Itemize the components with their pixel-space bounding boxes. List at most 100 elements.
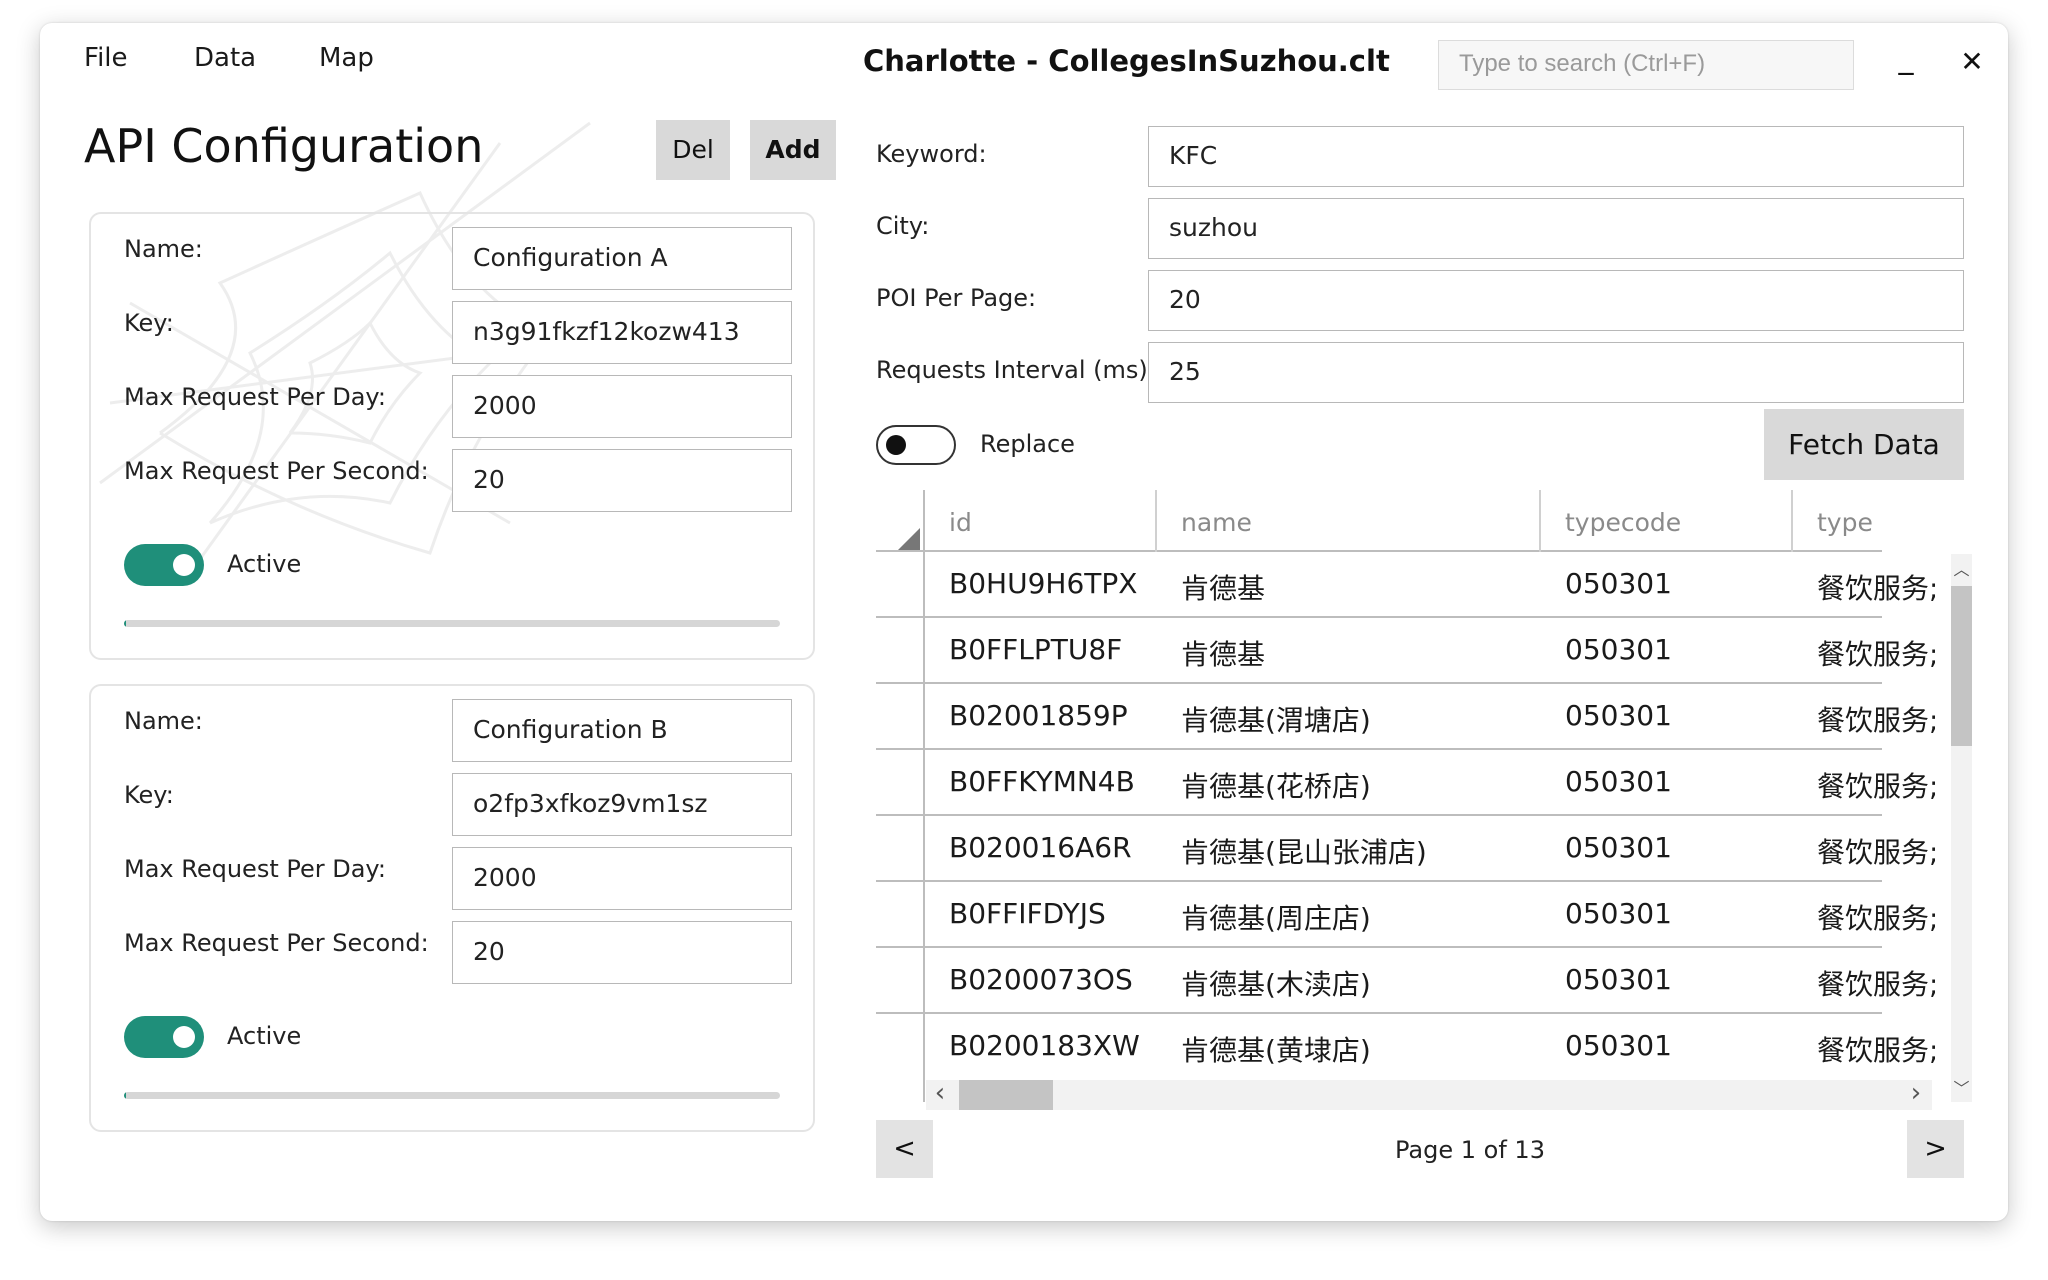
progress-fill xyxy=(124,620,126,627)
table-row[interactable]: B02001859P 肯德基(渭塘店) 050301 餐饮服务; xyxy=(876,684,1935,750)
close-button[interactable]: ✕ xyxy=(1952,45,1992,78)
toggle-knob xyxy=(886,435,906,455)
cell-type: 餐饮服务; xyxy=(1817,770,1935,803)
cell-id: B0FFIFDYJS xyxy=(949,897,1106,930)
cell-id: B0FFLPTU8F xyxy=(949,633,1123,666)
cell-name: 肯德基(黄埭店) xyxy=(1181,1034,1371,1067)
max-second-field[interactable]: 20 xyxy=(452,921,792,984)
max-day-label: Max Request Per Day: xyxy=(124,383,386,411)
max-second-field[interactable]: 20 xyxy=(452,449,792,512)
table-row[interactable]: B020016A6R 肯德基(昆山张浦店) 050301 餐饮服务; xyxy=(876,816,1935,882)
column-divider xyxy=(1539,490,1541,552)
cell-typecode: 050301 xyxy=(1565,633,1672,666)
config-key-field[interactable]: n3g91fkzf12kozw413 xyxy=(452,301,792,364)
column-divider xyxy=(1155,490,1157,552)
table-row[interactable]: B0FFLPTU8F 肯德基 050301 餐饮服务; xyxy=(876,618,1935,684)
config-key-field[interactable]: o2fp3xfkoz9vm1sz xyxy=(452,773,792,836)
max-day-label: Max Request Per Day: xyxy=(124,855,386,883)
cell-typecode: 050301 xyxy=(1565,699,1672,732)
active-label: Active xyxy=(227,1022,302,1050)
max-day-field[interactable]: 2000 xyxy=(452,375,792,438)
table-row[interactable]: B0FFIFDYJS 肯德基(周庄店) 050301 餐饮服务; xyxy=(876,882,1935,948)
cell-type: 餐饮服务; xyxy=(1817,704,1935,737)
cell-type: 餐饮服务; xyxy=(1817,968,1935,1001)
replace-label: Replace xyxy=(980,430,1075,458)
table-row[interactable]: B0200073OS 肯德基(木渎店) 050301 餐饮服务; xyxy=(876,948,1935,1014)
table-row[interactable]: B0HU9H6TPX 肯德基 050301 餐饮服务; xyxy=(876,552,1935,618)
cell-name: 肯德基 xyxy=(1181,638,1266,671)
select-all-corner-icon[interactable] xyxy=(898,528,920,550)
app-window: File Data Map Charlotte - CollegesInSuzh… xyxy=(40,23,2008,1221)
active-toggle[interactable] xyxy=(124,1016,204,1058)
minimize-button[interactable]: _ xyxy=(1886,41,1926,76)
cell-typecode: 050301 xyxy=(1565,567,1672,600)
cell-id: B020016A6R xyxy=(949,831,1132,864)
keyword-label: Keyword: xyxy=(876,140,987,168)
cell-type: 餐饮服务; xyxy=(1817,836,1935,869)
city-label: City: xyxy=(876,212,930,240)
cell-id: B02001859P xyxy=(949,699,1128,732)
cell-name: 肯德基(昆山张浦店) xyxy=(1181,836,1427,869)
horizontal-scrollbar[interactable] xyxy=(926,1080,1932,1110)
max-second-label: Max Request Per Second: xyxy=(124,457,429,485)
column-divider xyxy=(1791,490,1793,552)
interval-field[interactable]: 25 xyxy=(1148,342,1964,403)
page-indicator: Page 1 of 13 xyxy=(1395,1136,1545,1164)
keyword-field[interactable]: KFC xyxy=(1148,126,1964,187)
cell-type: 餐饮服务; xyxy=(1817,638,1935,671)
config-name-field[interactable]: Configuration B xyxy=(452,699,792,762)
cell-id: B0200073OS xyxy=(949,963,1133,996)
scroll-left-icon[interactable]: ‹ xyxy=(928,1078,952,1108)
menu-file[interactable]: File xyxy=(84,43,128,73)
horizontal-scroll-thumb[interactable] xyxy=(959,1080,1053,1110)
scroll-up-icon[interactable]: ︿ xyxy=(1951,556,1972,580)
prev-page-button[interactable]: < xyxy=(876,1120,933,1178)
table-row[interactable]: B0200183XW 肯德基(黄埭店) 050301 餐饮服务; xyxy=(876,1014,1935,1080)
cell-type: 餐饮服务; xyxy=(1817,902,1935,935)
active-label: Active xyxy=(227,550,302,578)
interval-label: Requests Interval (ms): xyxy=(876,356,1156,384)
add-config-button[interactable]: Add xyxy=(750,120,836,180)
replace-toggle[interactable] xyxy=(876,425,956,465)
progress-fill xyxy=(124,1092,126,1099)
search-input[interactable]: Type to search (Ctrl+F) xyxy=(1438,40,1854,90)
poi-per-page-label: POI Per Page: xyxy=(876,284,1037,312)
scroll-down-icon[interactable]: ﹀ xyxy=(1951,1075,1972,1099)
column-header-type[interactable]: type xyxy=(1817,508,1873,537)
cell-name: 肯德基 xyxy=(1181,572,1266,605)
usage-progress-bar xyxy=(124,620,780,627)
usage-progress-bar xyxy=(124,1092,780,1099)
table-row[interactable]: B0FFKYMN4B 肯德基(花桥店) 050301 餐饮服务; xyxy=(876,750,1935,816)
menu-map[interactable]: Map xyxy=(319,43,374,73)
max-day-field[interactable]: 2000 xyxy=(452,847,792,910)
name-label: Name: xyxy=(124,707,203,735)
config-card-b: Name: Configuration B Key: o2fp3xfkoz9vm… xyxy=(89,684,815,1132)
delete-config-button[interactable]: Del xyxy=(656,120,730,180)
cell-typecode: 050301 xyxy=(1565,1029,1672,1062)
cell-name: 肯德基(花桥店) xyxy=(1181,770,1371,803)
active-toggle[interactable] xyxy=(124,544,204,586)
toggle-knob xyxy=(173,554,195,576)
column-header-name[interactable]: name xyxy=(1181,508,1252,537)
grid-header xyxy=(876,490,1882,552)
cell-type: 餐饮服务; xyxy=(1817,1034,1935,1067)
key-label: Key: xyxy=(124,309,174,337)
column-header-typecode[interactable]: typecode xyxy=(1565,508,1681,537)
column-header-id[interactable]: id xyxy=(949,508,972,537)
config-name-field[interactable]: Configuration A xyxy=(452,227,792,290)
name-label: Name: xyxy=(124,235,203,263)
cell-typecode: 050301 xyxy=(1565,963,1672,996)
api-config-title: API Configuration xyxy=(84,119,484,173)
cell-id: B0HU9H6TPX xyxy=(949,567,1138,600)
cell-name: 肯德基(木渎店) xyxy=(1181,968,1371,1001)
cell-typecode: 050301 xyxy=(1565,765,1672,798)
poi-per-page-field[interactable]: 20 xyxy=(1148,270,1964,331)
city-field[interactable]: suzhou xyxy=(1148,198,1964,259)
cell-typecode: 050301 xyxy=(1565,897,1672,930)
scroll-right-icon[interactable]: › xyxy=(1904,1078,1928,1108)
fetch-data-button[interactable]: Fetch Data xyxy=(1764,409,1964,480)
config-card-a: Name: Configuration A Key: n3g91fkzf12ko… xyxy=(89,212,815,660)
next-page-button[interactable]: > xyxy=(1907,1120,1964,1178)
vertical-scroll-thumb[interactable] xyxy=(1951,586,1972,746)
menu-data[interactable]: Data xyxy=(194,43,256,73)
